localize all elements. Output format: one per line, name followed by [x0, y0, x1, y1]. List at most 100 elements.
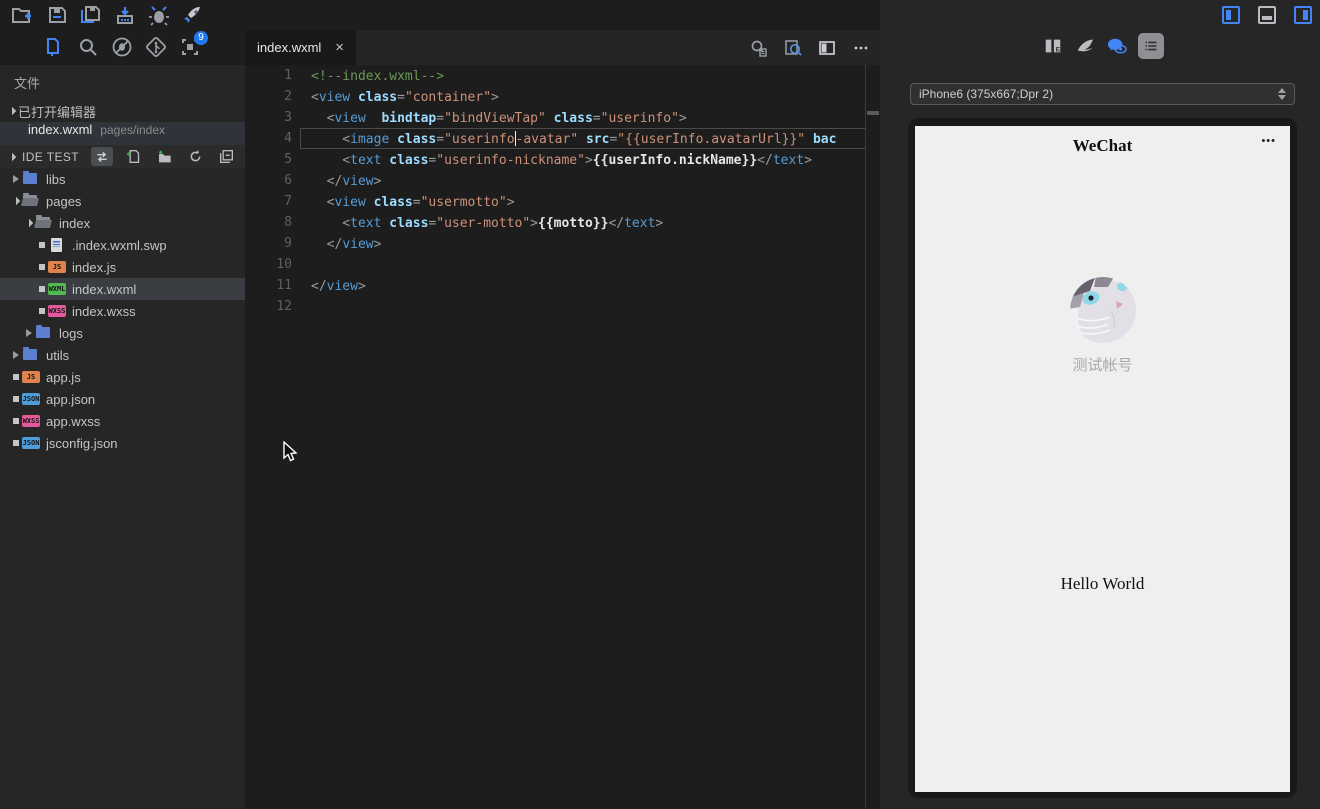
console-list-icon[interactable] [1138, 33, 1164, 59]
document-icon [48, 238, 66, 252]
launch-rocket-icon[interactable] [182, 4, 204, 26]
files-icon[interactable] [42, 36, 64, 58]
tab-index-wxml[interactable]: index.wxml × [245, 30, 357, 65]
code-line-8[interactable]: 8 <text class="user-motto">{{motto}}</te… [245, 212, 880, 233]
search-icon[interactable] [77, 36, 99, 58]
wxss-file-icon: WXSS [22, 415, 40, 427]
code-line-11[interactable]: 11 </view> [245, 275, 880, 296]
device-selector[interactable]: iPhone6 (375x667;Dpr 2) [910, 83, 1295, 105]
close-icon[interactable]: × [335, 39, 344, 56]
find-in-file-icon[interactable] [750, 39, 768, 57]
toggle-right-panel-icon[interactable] [1294, 6, 1312, 24]
opened-windows-icon[interactable]: 9 [179, 31, 208, 58]
code-line-2[interactable]: 2 <view class="container"> [245, 86, 880, 107]
tree-item-jsconfig-json[interactable]: JSON jsconfig.json [0, 432, 245, 454]
toggle-left-panel-icon[interactable] [1222, 6, 1240, 24]
wxml-file-icon: WXML [48, 283, 66, 295]
line-number: 9 [284, 236, 292, 251]
code-line-12[interactable]: 12 [245, 296, 880, 317]
debug-disabled-icon[interactable] [111, 36, 133, 58]
user-nickname[interactable]: 测试帐号 [915, 354, 1290, 375]
tree-item-index-js[interactable]: JS index.js [0, 256, 245, 278]
new-file-icon[interactable] [122, 147, 144, 166]
debug-icon[interactable] [148, 4, 170, 26]
wxss-file-icon: WXSS [48, 305, 66, 317]
collapse-all-icon[interactable] [215, 147, 237, 166]
tree-item-pages[interactable]: pages [0, 190, 245, 212]
tree-item-app-wxss[interactable]: WXSS app.wxss [0, 410, 245, 432]
line-content: <text class="user-motto">{{motto}}</text… [311, 216, 664, 231]
tree-item-index-wxss[interactable]: WXSS index.wxss [0, 300, 245, 322]
code-line-3[interactable]: 3 <view bindtap="bindViewTap" class="use… [245, 107, 880, 128]
project-header[interactable]: IDE TEST [0, 145, 245, 168]
code-line-9[interactable]: 9 </view> [245, 233, 880, 254]
simulator-panel: E iPhone6 (375x667;Dpr 2) WeChat ••• 测试帐… [880, 0, 1320, 809]
line-content [300, 296, 866, 317]
build-upload-icon[interactable] [114, 4, 136, 26]
chevron-collapsed-icon[interactable] [10, 175, 22, 183]
chevron-collapsed-icon[interactable] [10, 351, 22, 359]
new-project-icon[interactable] [10, 4, 32, 26]
tree-item-app-json[interactable]: JSON app.json [0, 388, 245, 410]
toggle-bottom-panel-icon[interactable] [1258, 6, 1276, 24]
search-preview-icon[interactable] [784, 39, 802, 57]
tab-label: index.wxml [257, 40, 322, 55]
line-content: <view class="usermotto"> [311, 195, 515, 210]
tree-item-label: logs [59, 325, 83, 341]
open-editors-header[interactable]: 已打开编辑器 [0, 100, 245, 122]
tree-item--index-wxml-swp[interactable]: .index.wxml.swp [0, 234, 245, 256]
refresh-icon[interactable] [184, 147, 206, 166]
docs-book-icon[interactable]: E [1040, 33, 1066, 59]
tree-item-label: index.js [72, 259, 117, 275]
tree-item-label: utils [46, 347, 70, 363]
line-number: 11 [276, 278, 292, 293]
phone-screen[interactable]: WeChat ••• 测试帐号 Hello World [915, 126, 1290, 792]
folder-icon [35, 325, 53, 340]
tree-item-utils[interactable]: utils [0, 344, 245, 366]
code-area[interactable]: 1 <!--index.wxml--> 2 <view class="containe… [245, 65, 880, 809]
explorer-title: 文件 [14, 76, 41, 91]
save-icon[interactable] [46, 4, 68, 26]
line-content: <view bindtap="bindViewTap" class="useri… [311, 111, 687, 126]
chevron-expanded-icon[interactable] [23, 218, 35, 228]
wechat-preview-icon[interactable] [1104, 33, 1130, 59]
avatar-image[interactable] [1069, 277, 1136, 343]
git-icon[interactable] [145, 36, 167, 58]
open-editors-label: 已打开编辑器 [18, 104, 97, 120]
split-editor-icon[interactable] [818, 39, 836, 57]
editor-actions [750, 30, 870, 65]
tree-item-app-js[interactable]: JS app.js [0, 366, 245, 388]
code-line-1[interactable]: 1 <!--index.wxml--> [245, 65, 880, 86]
chevron-expanded-icon[interactable] [10, 196, 22, 206]
editor-ruler [865, 65, 866, 809]
new-folder-icon[interactable] [153, 147, 175, 166]
compare-swap-icon[interactable] [91, 147, 113, 166]
tree-spacer [36, 286, 48, 292]
more-actions-icon[interactable] [852, 39, 870, 57]
line-content: </view> [311, 279, 366, 294]
tree-item-logs[interactable]: logs [0, 322, 245, 344]
tree-item-index[interactable]: index [0, 212, 245, 234]
select-stepper-icon [1278, 88, 1286, 100]
code-line-4[interactable]: 4 <image class="userinfo-avatar" src="{{… [245, 128, 880, 149]
open-editor-item[interactable]: index.wxml pages/index [0, 122, 245, 145]
line-number: 6 [284, 173, 292, 188]
open-editor-file: index.wxml [28, 122, 93, 137]
tree-spacer [36, 264, 48, 270]
code-line-10[interactable]: 10 [245, 254, 880, 275]
chevron-collapsed-icon[interactable] [23, 329, 35, 337]
code-line-6[interactable]: 6 </view> [245, 170, 880, 191]
tree-item-index-wxml[interactable]: WXML index.wxml [0, 278, 245, 300]
tree-item-label: app.wxss [46, 413, 101, 429]
code-line-7[interactable]: 7 <view class="usermotto"> [245, 191, 880, 212]
tree-item-label: index.wxss [72, 303, 136, 319]
wing-icon[interactable] [1072, 33, 1098, 59]
tree-item-libs[interactable]: libs [0, 168, 245, 190]
code-line-5[interactable]: 5 <text class="userinfo-nickname">{{user… [245, 149, 880, 170]
app-menu-dots[interactable]: ••• [1261, 135, 1276, 147]
tree-item-label: jsconfig.json [46, 435, 118, 451]
line-content: </view> [311, 174, 382, 189]
js-file-icon: JS [48, 260, 66, 274]
tree-item-label: app.js [46, 369, 81, 385]
save-all-icon[interactable] [80, 4, 102, 26]
